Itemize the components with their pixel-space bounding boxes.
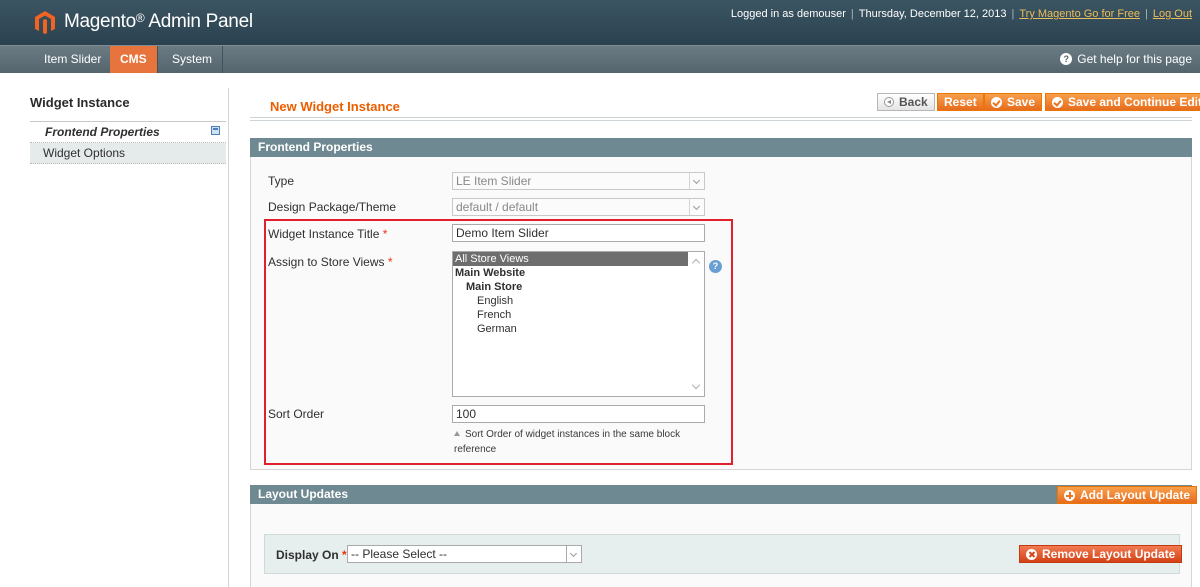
tab-frontend-properties-label: Frontend Properties xyxy=(45,125,160,139)
help-link[interactable]: ? Get help for this page xyxy=(1060,52,1192,66)
display-on-label: Display On * xyxy=(276,548,347,562)
nav-item-item-slider[interactable]: Item Slider xyxy=(34,46,113,73)
plus-icon xyxy=(1064,489,1075,501)
frontend-properties-header: Frontend Properties xyxy=(250,138,1192,157)
main-nav: Item Slider CMS System ? Get help for th… xyxy=(0,45,1200,73)
title-divider xyxy=(250,117,1192,121)
changed-icon xyxy=(211,126,220,135)
tab-widget-options[interactable]: Widget Options xyxy=(30,143,226,164)
help-link-label: Get help for this page xyxy=(1077,52,1192,66)
highlight-box xyxy=(264,219,733,465)
design-package-value: default / default xyxy=(456,200,539,214)
logged-in-text: Logged in as demouser xyxy=(730,8,846,20)
sidebar-title: Widget Instance xyxy=(30,95,130,110)
nav-item-system[interactable]: System xyxy=(162,46,224,73)
logout-link[interactable]: Log Out xyxy=(1153,8,1192,20)
sidebar-divider xyxy=(228,88,229,587)
chevron-down-icon xyxy=(689,199,704,215)
back-button[interactable]: Back xyxy=(877,93,935,111)
display-on-select[interactable]: -- Please Select -- xyxy=(347,545,582,563)
save-and-continue-button[interactable]: Save and Continue Edit xyxy=(1045,93,1200,111)
tab-frontend-properties[interactable]: Frontend Properties xyxy=(30,122,226,143)
save-button[interactable]: Save xyxy=(984,93,1043,111)
chevron-down-icon xyxy=(566,546,581,562)
layout-updates-header: Layout Updates xyxy=(250,485,1192,504)
help-icon: ? xyxy=(1060,53,1073,65)
type-select[interactable]: LE Item Slider xyxy=(452,172,705,190)
display-on-value: -- Please Select -- xyxy=(351,547,448,561)
nav-item-cms[interactable]: CMS xyxy=(110,46,158,73)
logo-text: Magento® Admin Panel xyxy=(64,11,253,32)
check-icon xyxy=(991,96,1002,108)
remove-icon xyxy=(1026,548,1037,560)
type-select-value: LE Item Slider xyxy=(456,174,532,188)
remove-layout-update-button[interactable]: Remove Layout Update xyxy=(1019,545,1183,563)
magento-logo[interactable]: Magento® Admin Panel xyxy=(34,9,253,35)
type-label: Type xyxy=(268,174,295,188)
back-icon xyxy=(884,97,894,107)
reset-button[interactable]: Reset xyxy=(937,93,984,111)
admin-header: Magento® Admin Panel Logged in as demous… xyxy=(0,0,1200,45)
sidebar-tabs: Frontend Properties Widget Options xyxy=(30,121,226,164)
header-date: Thursday, December 12, 2013 xyxy=(858,8,1007,20)
add-layout-update-button[interactable]: Add Layout Update xyxy=(1057,486,1197,504)
chevron-down-icon xyxy=(689,173,704,189)
check-icon xyxy=(1052,96,1063,108)
design-package-label: Design Package/Theme xyxy=(268,200,397,214)
try-magento-go-link[interactable]: Try Magento Go for Free xyxy=(1019,8,1140,20)
design-package-select[interactable]: default / default xyxy=(452,198,705,216)
page-title: New Widget Instance xyxy=(270,99,400,114)
header-user-info: Logged in as demouser | Thursday, December… xyxy=(730,8,1192,20)
magento-logo-icon xyxy=(35,11,55,34)
